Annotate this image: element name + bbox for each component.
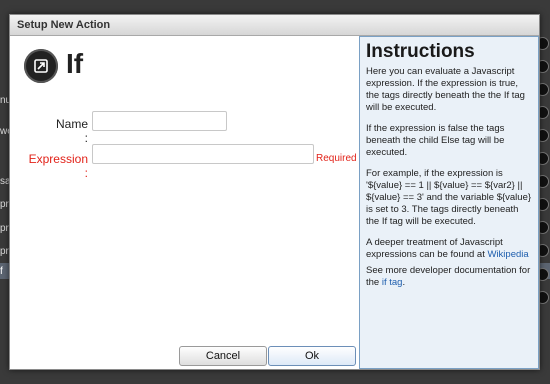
instructions-panel: Instructions Here you can evaluate a Jav… (359, 36, 539, 369)
instructions-paragraph: For example, if the expression is '${val… (366, 168, 532, 227)
instructions-paragraph: Here you can evaluate a Javascript expre… (366, 66, 525, 113)
wikipedia-text: A deeper treatment of Javascript express… (366, 237, 503, 260)
name-label: Name : (55, 117, 88, 145)
tag-title: If (66, 48, 84, 79)
dialog-title: Setup New Action (17, 19, 111, 31)
setup-action-dialog: Setup New Action If Name : Expression : … (9, 14, 540, 370)
expression-label: Expression : (28, 152, 88, 180)
wikipedia-link[interactable]: Wikipedia (487, 249, 528, 260)
instructions-paragraph: See more developer documentation for the… (366, 265, 533, 289)
cancel-button[interactable]: Cancel (179, 346, 267, 366)
docs-period: . (402, 277, 406, 288)
dialog-titlebar[interactable]: Setup New Action (10, 15, 539, 36)
tag-edit-icon (24, 49, 58, 83)
action-form: If Name : Expression : Required (10, 36, 359, 369)
ok-button[interactable]: Ok (268, 346, 356, 366)
instructions-paragraph: If the expression is false the tags bene… (366, 123, 505, 158)
if-tag-docs-link[interactable]: if tag (382, 277, 403, 288)
name-input[interactable] (92, 111, 227, 131)
bg-row-text: f (0, 266, 3, 277)
instructions-heading: Instructions (366, 41, 475, 62)
expression-input[interactable] (92, 144, 314, 164)
instructions-paragraph: A deeper treatment of Javascript express… (366, 237, 533, 261)
required-indicator: Required (316, 153, 357, 164)
